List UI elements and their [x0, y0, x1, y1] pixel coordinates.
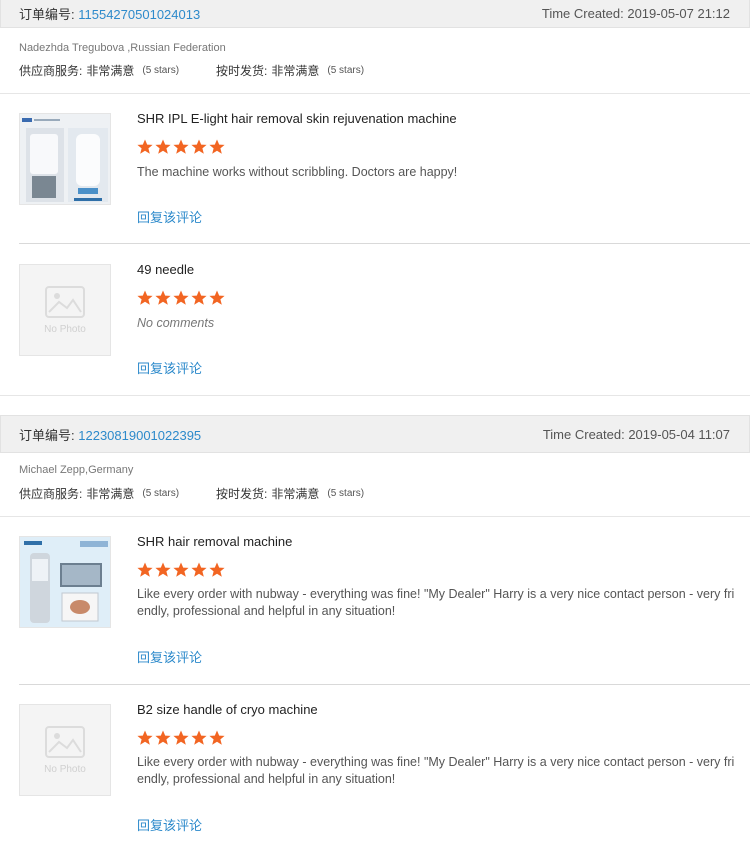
product-title[interactable]: 49 needle — [137, 262, 194, 277]
reply-review-link[interactable]: 回复该评论 — [137, 358, 202, 377]
divider — [0, 93, 750, 94]
product-thumbnail[interactable] — [19, 113, 111, 205]
supplier-service-stars: (5 stars) — [142, 488, 180, 499]
product-title[interactable]: SHR IPL E-light hair removal skin rejuve… — [137, 111, 457, 126]
no-photo-text: No Photo — [44, 763, 86, 775]
star-icon — [173, 730, 189, 745]
review-comment: The machine works without scribbling. Do… — [137, 165, 458, 179]
supplier-service-value: 非常满意 — [86, 487, 135, 501]
on-time-stars: (5 stars) — [327, 65, 365, 76]
divider — [19, 243, 750, 244]
star-icon — [209, 730, 225, 745]
star-icon — [191, 562, 207, 577]
star-icon — [155, 730, 171, 745]
reviewer-name: Nadezhda Tregubova ,Russian Federation — [19, 42, 226, 54]
star-icon — [209, 562, 225, 577]
order-header: 订单编号: 12230819001022395 Time Created: 20… — [0, 415, 750, 453]
order-header: 订单编号: 11554270501024013 Time Created: 20… — [0, 0, 750, 28]
star-icon — [191, 290, 207, 305]
on-time-value: 非常满意 — [271, 487, 320, 501]
order-ratings: 供应商服务: 非常满意 (5 stars) 按时发货: 非常满意 (5 star… — [0, 486, 364, 502]
machine-photo-icon — [20, 537, 110, 627]
on-time-label: 按时发货: — [216, 64, 268, 78]
product-rating-stars — [137, 139, 225, 155]
order-block: 订单编号: 11554270501024013 Time Created: 20… — [0, 0, 750, 28]
star-icon — [173, 562, 189, 577]
star-icon — [155, 290, 171, 305]
no-photo-icon — [45, 285, 85, 318]
star-icon — [137, 730, 153, 745]
product-rating-stars — [137, 730, 225, 746]
star-icon — [209, 290, 225, 305]
time-created: Time Created: 2019-05-07 21:12 — [541, 5, 730, 21]
star-icon — [137, 562, 153, 577]
star-icon — [209, 139, 225, 154]
reply-review-link[interactable]: 回复该评论 — [137, 207, 202, 226]
order-number-label: 订单编号: — [19, 6, 75, 22]
no-photo-icon — [45, 725, 85, 758]
star-icon — [173, 139, 189, 154]
product-thumbnail[interactable]: No Photo — [19, 264, 111, 356]
star-icon — [191, 139, 207, 154]
order-number-link[interactable]: 11554270501024013 — [78, 7, 200, 22]
no-photo-text: No Photo — [44, 323, 86, 335]
divider — [0, 516, 750, 517]
supplier-service-stars: (5 stars) — [142, 65, 180, 76]
machine-photo-icon — [20, 114, 110, 204]
star-icon — [155, 562, 171, 577]
product-thumbnail[interactable]: No Photo — [19, 704, 111, 796]
reviewer-name: Michael Zepp,Germany — [19, 464, 134, 476]
order-block: 订单编号: 12230819001022395 Time Created: 20… — [0, 415, 750, 453]
star-icon — [137, 139, 153, 154]
reply-review-link[interactable]: 回复该评论 — [137, 647, 202, 666]
star-icon — [137, 290, 153, 305]
order-number-label: 订单编号: — [19, 427, 75, 443]
on-time-label: 按时发货: — [216, 487, 268, 501]
supplier-service-label: 供应商服务: — [19, 64, 83, 78]
on-time-stars: (5 stars) — [327, 488, 365, 499]
order-number-link[interactable]: 12230819001022395 — [78, 428, 201, 443]
star-icon — [173, 290, 189, 305]
product-title[interactable]: B2 size handle of cryo machine — [137, 702, 318, 717]
star-icon — [155, 139, 171, 154]
product-title[interactable]: SHR hair removal machine — [137, 534, 292, 549]
supplier-service-label: 供应商服务: — [19, 487, 83, 501]
divider — [19, 684, 750, 685]
on-time-value: 非常满意 — [271, 64, 320, 78]
review-comment: No comments — [137, 316, 215, 330]
time-created: Time Created: 2019-05-04 11:07 — [542, 426, 730, 442]
reply-review-link[interactable]: 回复该评论 — [137, 815, 202, 834]
star-icon — [191, 730, 207, 745]
review-comment: Like every order with nubway - everythin… — [137, 755, 735, 786]
order-ratings: 供应商服务: 非常满意 (5 stars) 按时发货: 非常满意 (5 star… — [0, 63, 364, 79]
review-comment: Like every order with nubway - everythin… — [137, 587, 735, 618]
divider — [0, 395, 750, 396]
supplier-service-value: 非常满意 — [86, 64, 135, 78]
product-rating-stars — [137, 562, 225, 578]
product-thumbnail[interactable] — [19, 536, 111, 628]
product-rating-stars — [137, 290, 225, 306]
